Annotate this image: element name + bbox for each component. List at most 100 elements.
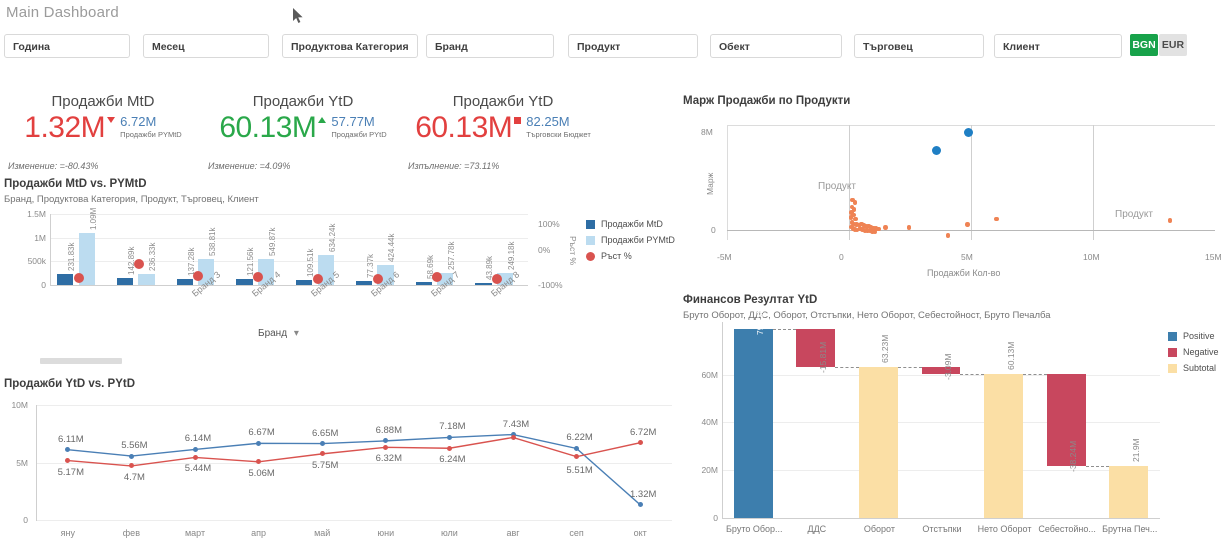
x-tick: -5M	[717, 252, 732, 262]
filter-kategoria[interactable]: Продуктова Категория	[282, 34, 418, 58]
kpi-card-2[interactable]: Продажби YtD 60.13M 82.25M Търговски Бюджет	[408, 93, 598, 144]
line-point[interactable]	[319, 441, 325, 447]
kpi-label: Продажби MtD	[51, 93, 155, 110]
line-point[interactable]	[383, 444, 389, 450]
filter-klient[interactable]: Клиент	[994, 34, 1122, 58]
kpi-card-0[interactable]: Продажби MtD 1.32M 6.72M Продажби PYMtD	[8, 93, 198, 144]
y-tick: 0	[713, 513, 718, 523]
bar-pymtd[interactable]	[138, 273, 155, 285]
line-x-label: яну	[60, 528, 75, 538]
scatter-point[interactable]	[994, 216, 999, 222]
legend-item[interactable]: Продажби PYMtD	[586, 235, 675, 245]
scatter-point[interactable]	[965, 222, 970, 227]
waterfall-bar-negative[interactable]	[921, 366, 961, 375]
bar-mtd[interactable]	[116, 278, 134, 285]
line-point[interactable]	[319, 451, 325, 457]
waterfall-bar-negative[interactable]	[1046, 374, 1086, 466]
filter-scroll-thumb[interactable]	[914, 57, 979, 58]
gridline	[722, 422, 1160, 424]
waterfall-x-label: Бруто Обор...	[726, 524, 783, 534]
line-point[interactable]	[637, 502, 643, 508]
filter-godina[interactable]: Година	[4, 34, 130, 58]
currency-bgn-button[interactable]: BGN	[1130, 34, 1158, 56]
line-x-label: апр	[251, 528, 267, 538]
scatter-point[interactable]	[906, 225, 912, 230]
filter-scroll-track	[283, 57, 417, 58]
bar-mtd[interactable]	[475, 282, 492, 285]
line-value-label: 6.32M	[375, 453, 402, 465]
legend-item[interactable]: Subtotal	[1168, 363, 1219, 373]
y-axis	[50, 214, 51, 286]
growth-dot[interactable]	[133, 258, 144, 269]
bar-value-label: 1.09M	[88, 208, 98, 231]
scatter-point[interactable]	[852, 200, 858, 205]
filter-obekt[interactable]: Обект	[710, 34, 842, 58]
line-value-label: 6.72M	[629, 426, 657, 438]
line-point[interactable]	[510, 434, 516, 440]
line-point[interactable]	[256, 440, 262, 446]
mouse-cursor-icon	[293, 8, 303, 23]
filter-mesec[interactable]: Месец	[143, 34, 269, 58]
filter-brand[interactable]: Бранд	[426, 34, 554, 58]
waterfall-bar-subtotal[interactable]	[984, 374, 1023, 518]
bar-panel-title: Продажби MtD vs. PYMtD	[4, 178, 147, 190]
line-point[interactable]	[383, 438, 389, 444]
filter-produkt[interactable]: Продукт	[568, 34, 698, 58]
bar-mtd[interactable]	[296, 279, 313, 285]
waterfall-bar-negative[interactable]	[796, 329, 836, 367]
line-point[interactable]	[128, 463, 134, 469]
line-point[interactable]	[65, 447, 71, 453]
bar-value-label: 549.87k	[267, 227, 277, 256]
line-point[interactable]	[192, 446, 198, 452]
line-point[interactable]	[128, 453, 134, 459]
scatter-point[interactable]	[932, 146, 942, 156]
x-axis-label: Продажби Кол-во	[927, 268, 1001, 278]
y-axis	[727, 125, 728, 240]
bar-mtd[interactable]	[236, 279, 253, 285]
line-value-label: 4.7M	[123, 471, 145, 483]
scatter-point[interactable]	[883, 225, 888, 230]
bar-mtd[interactable]	[57, 274, 74, 285]
kpi-card-1[interactable]: Продажби YtD 60.13M 57.77M Продажби PYtD	[208, 93, 398, 144]
kpi-label: Продажби YtD	[452, 93, 554, 110]
legend-item[interactable]: Продажби MtD	[586, 219, 675, 229]
dropdown-label: Бранд	[258, 328, 288, 339]
line-x-label: май	[314, 528, 331, 538]
growth-dot[interactable]	[73, 272, 84, 283]
line-point[interactable]	[446, 434, 452, 440]
vgrid	[971, 125, 972, 240]
bar-chart-scrollbar[interactable]	[40, 358, 122, 364]
waterfall-connector	[1085, 465, 1110, 467]
waterfall-value-label: -15.81M	[817, 341, 828, 373]
bar-mtd[interactable]	[355, 281, 373, 285]
line-point[interactable]	[256, 459, 262, 465]
waterfall-bar-positive[interactable]	[733, 329, 773, 518]
line-point[interactable]	[574, 445, 580, 451]
legend-item[interactable]: Negative	[1168, 347, 1219, 357]
line-point[interactable]	[446, 445, 452, 451]
gridline	[50, 261, 528, 263]
bar-mtd[interactable]	[176, 278, 193, 285]
scatter-point[interactable]	[945, 233, 951, 238]
waterfall-bar-subtotal[interactable]	[859, 366, 898, 518]
scatter-annotation: Продукт	[1115, 209, 1153, 220]
line-point[interactable]	[574, 454, 580, 460]
gridline	[722, 374, 1160, 376]
waterfall-bar-subtotal[interactable]	[1109, 465, 1149, 518]
currency-eur-button[interactable]: EUR	[1159, 34, 1187, 56]
line-point[interactable]	[192, 454, 198, 460]
legend-label: Продажби PYMtD	[601, 235, 675, 245]
scatter-point[interactable]	[1167, 218, 1173, 223]
waterfall-connector	[897, 366, 922, 368]
bar-mtd[interactable]	[415, 282, 432, 285]
waterfall-x-label: Нето Оборот	[977, 524, 1032, 534]
scatter-point[interactable]	[872, 229, 878, 235]
legend-item[interactable]: Positive	[1168, 331, 1219, 341]
filter-scroll-track	[569, 57, 697, 58]
legend-item[interactable]: Ръст %	[586, 251, 675, 261]
filter-targovec[interactable]: Търговец	[854, 34, 984, 58]
bar-dimension-dropdown[interactable]: Бранд ▾	[258, 328, 299, 339]
line-point[interactable]	[637, 440, 643, 446]
legend-label: Subtotal	[1183, 363, 1217, 373]
line-x-label: юни	[377, 528, 395, 538]
